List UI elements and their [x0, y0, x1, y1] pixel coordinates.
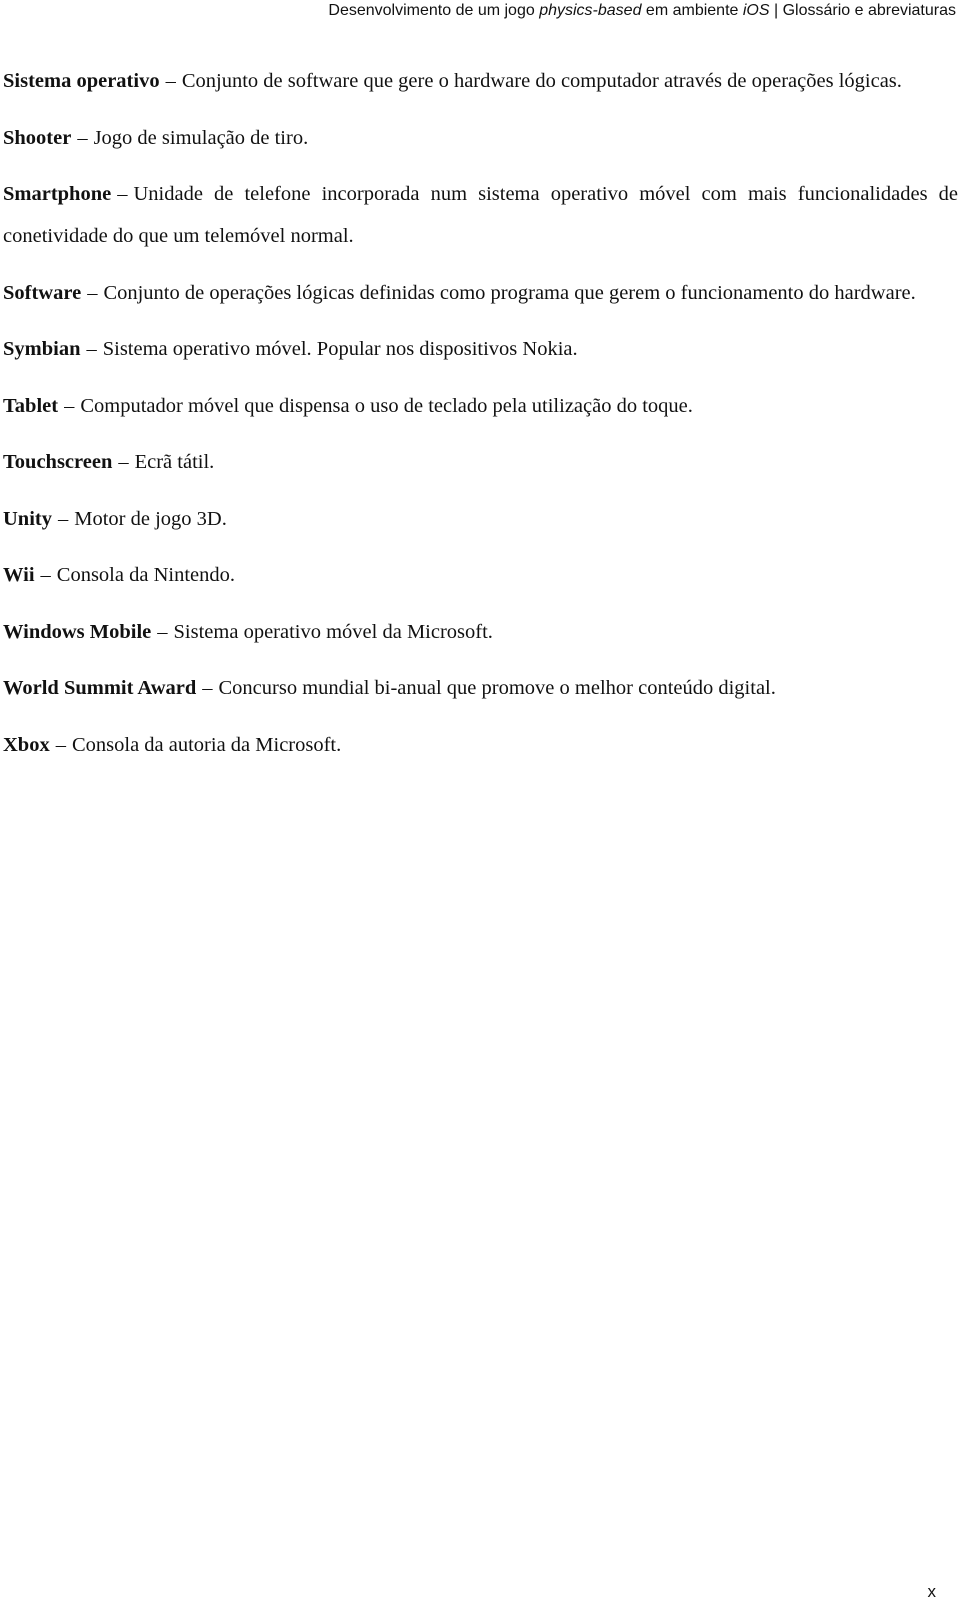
separator-dash: – [77, 126, 88, 149]
glossary-definition: Conjunto de operações lógicas definidas … [103, 281, 916, 304]
separator-dash: – [64, 394, 75, 417]
glossary-entry: Unity – Motor de jogo 3D. [3, 498, 958, 540]
glossary-definition: Unidade de telefone incorporada num sist… [3, 183, 958, 247]
glossary-definition: Sistema operativo móvel. Popular nos dis… [102, 338, 578, 360]
separator-dash: – [157, 620, 168, 643]
separator-dash: – [87, 281, 98, 304]
glossary-entry: Xbox – Consola da autoria da Microsoft. [3, 724, 958, 766]
glossary-definition: Sistema operativo móvel da Microsoft. [173, 620, 493, 643]
glossary-entry: Touchscreen – Ecrã tátil. [3, 441, 958, 483]
header-text-italic-1: physics-based [539, 2, 642, 19]
glossary-entry: Symbian – Sistema operativo móvel. Popular… [3, 328, 958, 370]
separator-dash: – [55, 733, 66, 756]
header-text-3: | Glossário e abreviaturas [769, 2, 956, 19]
glossary-definition: Computador móvel que dispensa o uso de t… [80, 394, 693, 417]
glossary-definition: Consola da autoria da Microsoft. [71, 733, 342, 756]
glossary-definition: Conjunto de software que gere o hardware… [181, 70, 902, 92]
separator-dash: – [40, 564, 51, 586]
glossary-entry: Wii – Consola da Nintendo. [3, 554, 958, 596]
glossary-term: Shooter [3, 126, 72, 149]
header-text-1: Desenvolvimento de um jogo [328, 2, 540, 19]
separator-dash: – [117, 183, 128, 205]
separator-dash: – [118, 451, 129, 473]
glossary-term: Touchscreen [3, 451, 113, 473]
glossary-list: Sistema operativo – Conjunto de software q… [3, 60, 958, 780]
separator-dash: – [165, 70, 176, 92]
glossary-term: Symbian [3, 338, 81, 360]
page-number: x [927, 1582, 937, 1601]
glossary-term: Software [3, 281, 82, 304]
separator-dash: – [86, 338, 97, 360]
glossary-entry: Tablet – Computador móvel que dispensa o u… [3, 385, 958, 427]
glossary-definition: Jogo de simulação de tiro. [93, 126, 309, 149]
glossary-entry: Software – Conjunto de operações lógicas d… [3, 272, 958, 314]
glossary-term: World Summit Award [3, 677, 197, 699]
glossary-entry: Shooter – Jogo de simulação de tiro. [3, 117, 958, 159]
glossary-term: Tablet [3, 394, 59, 417]
glossary-definition: Consola da Nintendo. [56, 564, 235, 586]
separator-dash: – [202, 677, 213, 699]
glossary-term: Smartphone [3, 183, 112, 205]
glossary-entry: World Summit Award – Concurso mundial bi-a… [3, 667, 958, 709]
glossary-term: Wii [3, 564, 35, 586]
running-header: Desenvolvimento de um jogo physics-based… [328, 0, 956, 24]
glossary-entry: Smartphone – Unidade de telefone incorpora… [3, 173, 958, 257]
header-text-italic-2: iOS [742, 2, 770, 19]
separator-dash: – [57, 507, 69, 530]
header-text-2: em ambiente [641, 2, 743, 19]
glossary-definition: Motor de jogo 3D. [74, 507, 227, 530]
glossary-entry: Windows Mobile – Sistema operativo móvel d… [3, 611, 958, 653]
glossary-term: Windows Mobile [3, 620, 152, 643]
glossary-term: Sistema operativo [3, 70, 160, 92]
glossary-term: Xbox [3, 733, 50, 756]
glossary-term: Unity [3, 507, 52, 530]
glossary-definition: Concurso mundial bi-anual que promove o … [218, 677, 776, 699]
glossary-entry: Sistema operativo – Conjunto de software q… [3, 60, 958, 102]
glossary-definition: Ecrã tátil. [134, 451, 215, 473]
